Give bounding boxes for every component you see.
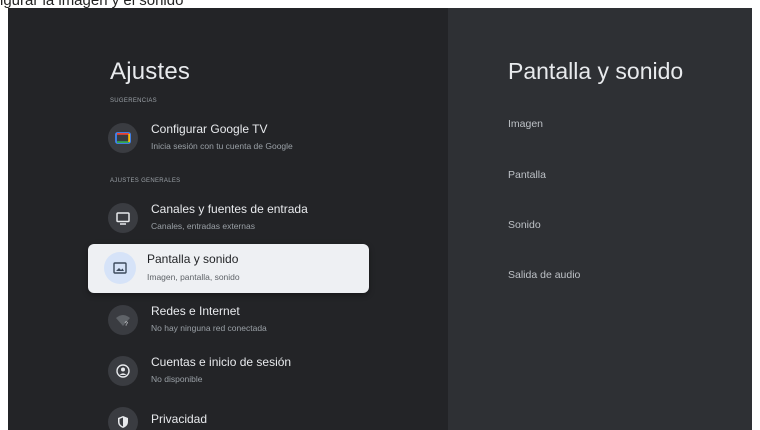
- settings-item-privacy[interactable]: Privacidad: [88, 400, 368, 430]
- settings-item-google-tv[interactable]: Configurar Google TV Inicia sesión con t…: [88, 116, 368, 162]
- settings-item-subtitle: Canales, entradas externas: [151, 221, 255, 231]
- settings-item-label: Cuentas e inicio de sesión: [151, 355, 292, 369]
- detail-item-display[interactable]: Pantalla: [508, 169, 546, 181]
- tv-settings-screen: Ajustes SUGERENCIAS Configurar Google TV…: [8, 8, 752, 430]
- settings-item-label: Pantalla y sonido: [147, 252, 239, 266]
- settings-item-label: Canales y fuentes de entrada: [151, 202, 308, 216]
- settings-item-subtitle: Inicia sesión con tu cuenta de Google: [151, 141, 293, 151]
- settings-item-accounts[interactable]: Cuentas e inicio de sesión No disponible: [88, 349, 368, 395]
- settings-item-subtitle: No hay ninguna red conectada: [151, 323, 267, 333]
- page-title: Ajustes: [110, 58, 191, 85]
- tv-icon: [108, 203, 138, 233]
- detail-item-image[interactable]: Imagen: [508, 118, 543, 130]
- detail-item-audio-output[interactable]: Salida de audio: [508, 269, 580, 281]
- settings-item-label: Redes e Internet: [151, 304, 240, 318]
- svg-text:?: ?: [125, 322, 129, 327]
- page-caption: igurar la imagen y el sonido: [0, 0, 184, 9]
- settings-item-subtitle: Imagen, pantalla, sonido: [147, 272, 240, 282]
- account-icon: [108, 356, 138, 386]
- wifi-off-icon: ?: [108, 305, 138, 335]
- section-header-suggestions: SUGERENCIAS: [110, 98, 157, 104]
- settings-item-channels[interactable]: Canales y fuentes de entrada Canales, en…: [88, 196, 368, 242]
- settings-item-subtitle: No disponible: [151, 374, 203, 384]
- detail-item-sound[interactable]: Sonido: [508, 219, 541, 231]
- picture-icon: [104, 252, 136, 284]
- settings-item-display-sound[interactable]: Pantalla y sonido Imagen, pantalla, soni…: [88, 244, 369, 293]
- detail-title: Pantalla y sonido: [508, 58, 684, 84]
- settings-item-network[interactable]: ? Redes e Internet No hay ninguna red co…: [88, 298, 368, 344]
- settings-item-label: Configurar Google TV: [151, 122, 268, 136]
- shield-icon: [108, 407, 138, 430]
- settings-item-label: Privacidad: [151, 412, 208, 426]
- section-header-general: AJUSTES GENERALES: [110, 178, 181, 184]
- google-tv-icon: [108, 123, 138, 153]
